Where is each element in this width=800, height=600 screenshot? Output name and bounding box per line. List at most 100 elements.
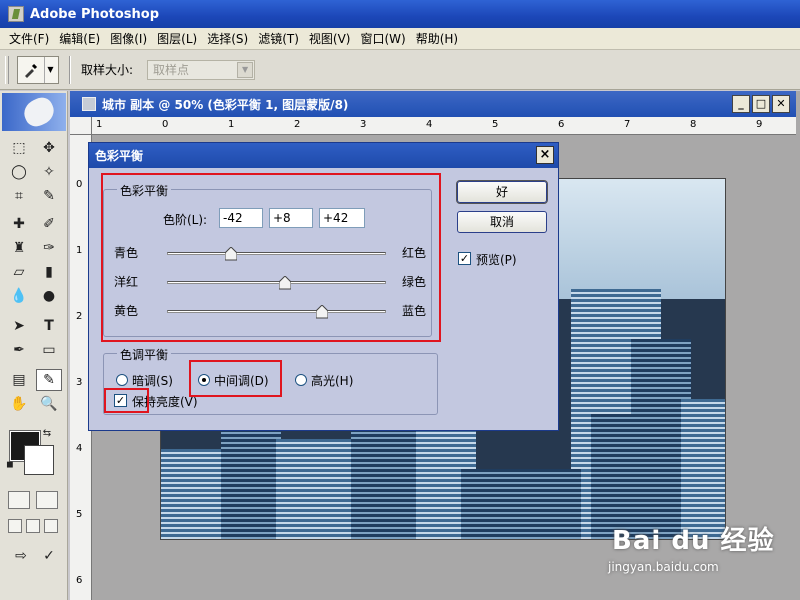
watermark: Bai du 经验 jingyan.baidu.com — [608, 520, 775, 574]
menu-view[interactable]: 视图(V) — [304, 30, 356, 47]
menu-layer[interactable]: 图层(L) — [152, 30, 202, 47]
eraser-tool-icon[interactable]: ▱ — [6, 261, 32, 283]
preview-checkbox[interactable]: ✓ — [458, 252, 471, 265]
document-title: 城市 副本 @ 50% (色彩平衡 1, 图层蒙版/8) — [102, 97, 349, 112]
jump-to-imageready-icon[interactable]: ⇨ — [8, 545, 34, 567]
menu-edit[interactable]: 编辑(E) — [54, 30, 105, 47]
menu-file[interactable]: 文件(F) — [4, 30, 54, 47]
maximize-button[interactable]: □ — [752, 95, 770, 113]
highlight-box-midtones — [189, 360, 282, 397]
ruler-tick-label: 5 — [76, 509, 83, 520]
highlights-radio[interactable] — [295, 374, 307, 386]
standard-mode-button[interactable] — [8, 491, 30, 509]
blur-tool-icon[interactable]: 💧 — [6, 285, 32, 307]
tone-balance-group-label: 色调平衡 — [117, 346, 172, 363]
ruler-tick-label: 1 — [96, 119, 103, 130]
ruler-tick-label: 0 — [76, 179, 83, 190]
highlights-label[interactable]: 高光(H) — [311, 372, 353, 389]
canvas-building — [681, 399, 725, 539]
menu-filter[interactable]: 滤镜(T) — [253, 30, 304, 47]
close-button[interactable]: ✕ — [772, 95, 790, 113]
move-tool-icon[interactable]: ✥ — [36, 137, 62, 159]
color-balance-dialog: 色彩平衡 × 色彩平衡 色阶(L): -42 +8 +42 青色 红色 洋红 绿… — [88, 142, 559, 431]
shape-tool-icon[interactable]: ▭ — [36, 339, 62, 361]
lasso-tool-icon[interactable]: ◯ — [6, 161, 32, 183]
ruler-tick-label: 7 — [624, 119, 631, 130]
canvas-building — [461, 469, 581, 539]
menu-bar: 文件(F) 编辑(E) 图像(I) 图层(L) 选择(S) 滤镜(T) 视图(V… — [0, 28, 800, 50]
screen-mode-standard-button[interactable] — [8, 519, 22, 533]
ruler-tick-label: 9 — [756, 119, 763, 130]
watermark-url: jingyan.baidu.com — [608, 560, 719, 574]
ruler-tick-label: 4 — [426, 119, 433, 130]
zoom-tool-icon[interactable]: 🔍 — [36, 393, 62, 415]
menu-help[interactable]: 帮助(H) — [411, 30, 463, 47]
highlight-box-preserve — [104, 388, 149, 413]
ruler-origin[interactable] — [70, 117, 92, 135]
magic-wand-tool-icon[interactable]: ✧ — [36, 161, 62, 183]
ruler-tick-label: 3 — [360, 119, 367, 130]
swap-colors-icon[interactable]: ⇆ — [40, 426, 54, 440]
crop-tool-icon[interactable]: ⌗ — [6, 185, 32, 207]
history-brush-tool-icon[interactable]: ✑ — [36, 237, 62, 259]
dialog-close-button[interactable]: × — [536, 146, 554, 164]
ruler-horizontal[interactable]: 1 0 1 2 3 4 5 6 7 8 9 — [92, 117, 796, 135]
options-bar-grip[interactable] — [5, 55, 9, 84]
pen-tool-icon[interactable]: ✒ — [6, 339, 32, 361]
photoshop-feather-logo — [2, 93, 66, 131]
dialog-title-bar[interactable]: 色彩平衡 — [89, 143, 558, 168]
eyedropper-icon — [18, 57, 44, 83]
options-bar: ▼ 取样大小: 取样点 ▼ — [0, 50, 800, 90]
minimize-button[interactable]: _ — [732, 95, 750, 113]
highlight-box-color-balance — [101, 173, 441, 342]
default-colors-icon[interactable]: ◼ — [4, 459, 16, 471]
toolbox: ⬚ ✥ ◯ ✧ ⌗ ✎ ✚ ✐ ♜ ✑ ▱ ▮ 💧 ● ➤ T ✒ ▭ ▤ ✎ … — [0, 91, 68, 600]
chevron-down-icon: ▼ — [44, 56, 56, 83]
shadows-radio[interactable] — [116, 374, 128, 386]
background-color-swatch[interactable] — [24, 445, 54, 475]
sample-size-value: 取样点 — [153, 63, 190, 77]
ruler-tick-label: 6 — [76, 575, 83, 586]
canvas-building — [276, 439, 356, 539]
slice-tool-icon[interactable]: ✎ — [36, 185, 62, 207]
tool-preset-picker[interactable]: ▼ — [17, 55, 59, 84]
quick-mask-button[interactable] — [36, 491, 58, 509]
shadows-label[interactable]: 暗调(S) — [132, 372, 173, 389]
screen-mode-full-button[interactable] — [44, 519, 58, 533]
healing-brush-tool-icon[interactable]: ✚ — [6, 213, 32, 235]
hand-tool-icon[interactable]: ✋ — [6, 393, 32, 415]
ruler-tick-label: 1 — [76, 245, 83, 256]
document-title-bar[interactable]: 城市 副本 @ 50% (色彩平衡 1, 图层蒙版/8) _ □ ✕ — [70, 91, 796, 117]
ruler-tick-label: 3 — [76, 377, 83, 388]
menu-select[interactable]: 选择(S) — [202, 30, 253, 47]
app-title: Adobe Photoshop — [30, 6, 160, 22]
ruler-tick-label: 1 — [228, 119, 235, 130]
document-icon — [82, 97, 96, 111]
cancel-button[interactable]: 取消 — [457, 211, 547, 233]
separator — [69, 55, 71, 84]
clone-stamp-tool-icon[interactable]: ♜ — [6, 237, 32, 259]
watermark-logo-text: Bai du 经验 — [612, 526, 775, 556]
dialog-title: 色彩平衡 — [95, 149, 144, 163]
ok-button[interactable]: 好 — [456, 180, 548, 204]
photoshop-app-icon — [8, 6, 24, 22]
sample-size-select[interactable]: 取样点 ▼ — [147, 59, 256, 80]
eyedropper-tool-icon[interactable]: ✎ — [36, 369, 62, 391]
brush-tool-icon[interactable]: ✐ — [36, 213, 62, 235]
screen-mode-full-menu-button[interactable] — [26, 519, 40, 533]
notes-tool-icon[interactable]: ▤ — [6, 369, 32, 391]
marquee-tool-icon[interactable]: ⬚ — [6, 137, 32, 159]
dodge-tool-icon[interactable]: ● — [36, 285, 62, 307]
ruler-tick-label: 0 — [162, 119, 169, 130]
preview-label[interactable]: 预览(P) — [476, 251, 517, 268]
path-selection-tool-icon[interactable]: ➤ — [6, 315, 32, 337]
ruler-tick-label: 8 — [690, 119, 697, 130]
ruler-tick-label: 2 — [76, 311, 83, 322]
edit-imageready-icon[interactable]: ✓ — [36, 545, 62, 567]
type-tool-icon[interactable]: T — [36, 315, 62, 337]
menu-window[interactable]: 窗口(W) — [355, 30, 410, 47]
gradient-tool-icon[interactable]: ▮ — [36, 261, 62, 283]
ruler-tick-label: 2 — [294, 119, 301, 130]
ruler-tick-label: 4 — [76, 443, 83, 454]
menu-image[interactable]: 图像(I) — [105, 30, 152, 47]
